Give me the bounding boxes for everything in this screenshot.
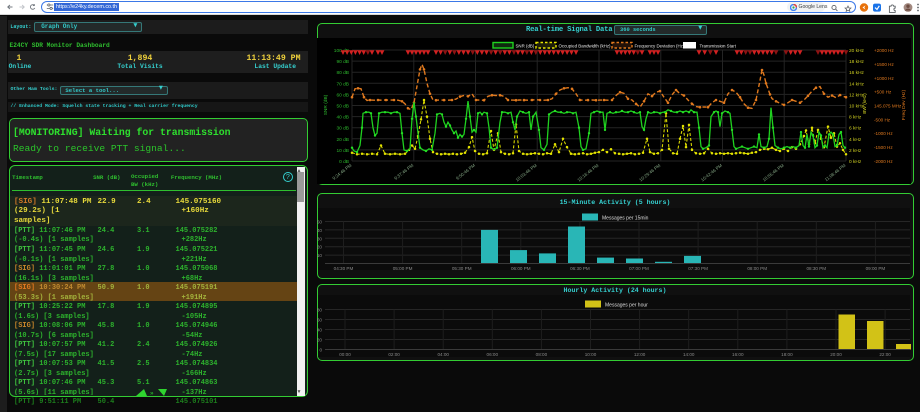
svg-text:-2000 Hz: -2000 Hz <box>874 159 893 164</box>
svg-text:16 kHz: 16 kHz <box>849 70 865 76</box>
svg-text:08:00: 08:00 <box>536 352 548 357</box>
svg-text:-1000 Hz: -1000 Hz <box>874 131 893 136</box>
svg-text:-500 Hz: -500 Hz <box>874 117 891 122</box>
svg-text:»: » <box>150 390 154 397</box>
svg-text:80 dB: 80 dB <box>336 70 349 76</box>
svg-text:Frequency Deviation (Hz): Frequency Deviation (Hz) <box>635 43 685 48</box>
svg-text:10: 10 <box>317 253 322 258</box>
svg-text:+1000 Hz: +1000 Hz <box>874 76 894 81</box>
svg-text:60 dB: 60 dB <box>336 92 349 98</box>
svg-text:90 dB: 90 dB <box>336 59 349 65</box>
svg-text:+500 Hz: +500 Hz <box>874 90 892 95</box>
svg-text:6 kHz: 6 kHz <box>849 126 862 132</box>
svg-text:12:00: 12:00 <box>634 352 646 357</box>
svg-text:10:00: 10:00 <box>585 352 597 357</box>
svg-text:4 kHz: 4 kHz <box>849 137 862 143</box>
svg-text:18:00: 18:00 <box>781 352 793 357</box>
svg-text:14:00: 14:00 <box>683 352 695 357</box>
svg-text:30 dB: 30 dB <box>336 126 349 132</box>
svg-text:02:00: 02:00 <box>388 352 400 357</box>
svg-text:20: 20 <box>317 245 322 250</box>
svg-text:10 dB: 10 dB <box>336 148 349 154</box>
svg-text:+1500 Hz: +1500 Hz <box>874 62 894 67</box>
svg-text:20:00: 20:00 <box>830 352 842 357</box>
svg-text:80: 80 <box>317 308 322 313</box>
svg-text:-1500 Hz: -1500 Hz <box>874 145 893 150</box>
svg-text:06:00 PM: 06:00 PM <box>511 266 531 271</box>
svg-text:16:00: 16:00 <box>732 352 744 357</box>
svg-text:145.075 MHz: 145.075 MHz <box>874 104 902 109</box>
svg-text:+2000 Hz: +2000 Hz <box>874 48 894 53</box>
svg-text:60: 60 <box>317 318 322 323</box>
svg-text:07:30 PM: 07:30 PM <box>688 266 708 271</box>
svg-text:30: 30 <box>317 236 322 241</box>
svg-text:50: 50 <box>317 220 322 225</box>
svg-text:8 kHz: 8 kHz <box>849 115 862 121</box>
svg-text:70 dB: 70 dB <box>336 81 349 87</box>
svg-text:18 kHz: 18 kHz <box>849 59 865 65</box>
svg-text:14 kHz: 14 kHz <box>849 81 865 87</box>
svg-text:07:00 PM: 07:00 PM <box>629 266 649 271</box>
svg-text:Occupied Bandwidth (kHz): Occupied Bandwidth (kHz) <box>559 43 612 48</box>
svg-text:SNR (dB): SNR (dB) <box>323 94 329 115</box>
svg-text:00:00: 00:00 <box>339 352 351 357</box>
svg-text:Freq Dev (Hz): Freq Dev (Hz) <box>901 90 907 121</box>
svg-text:06:30 PM: 06:30 PM <box>570 266 590 271</box>
svg-text:20 kHz: 20 kHz <box>849 48 865 54</box>
svg-text:20: 20 <box>317 338 322 343</box>
svg-text:06:00: 06:00 <box>487 352 499 357</box>
svg-text:04:30 PM: 04:30 PM <box>334 266 354 271</box>
svg-text:20 dB: 20 dB <box>336 137 349 143</box>
svg-text:SNR (dB): SNR (dB) <box>516 43 535 48</box>
svg-text:40 dB: 40 dB <box>336 115 349 121</box>
svg-text:22:00: 22:00 <box>879 352 891 357</box>
svg-text:40: 40 <box>317 228 322 233</box>
svg-text:09:00 PM: 09:00 PM <box>866 266 886 271</box>
svg-text:Transmission Start: Transmission Start <box>700 43 737 48</box>
svg-text:05:00 PM: 05:00 PM <box>393 266 413 271</box>
svg-text:Messages per 15min: Messages per 15min <box>602 216 649 222</box>
svg-text:05:30 PM: 05:30 PM <box>452 266 472 271</box>
svg-text:08:00 PM: 08:00 PM <box>747 266 767 271</box>
svg-text:Messages per hour: Messages per hour <box>605 303 648 309</box>
svg-text:2 kHz: 2 kHz <box>849 148 862 154</box>
svg-text:50 dB: 50 dB <box>336 104 349 110</box>
svg-text:0: 0 <box>319 348 322 353</box>
svg-text:40: 40 <box>317 328 322 333</box>
svg-text:0 kHz: 0 kHz <box>849 159 862 165</box>
svg-text:BW (kHz): BW (kHz) <box>862 93 868 114</box>
svg-text:04:00: 04:00 <box>437 352 449 357</box>
svg-text:08:30 PM: 08:30 PM <box>806 266 826 271</box>
